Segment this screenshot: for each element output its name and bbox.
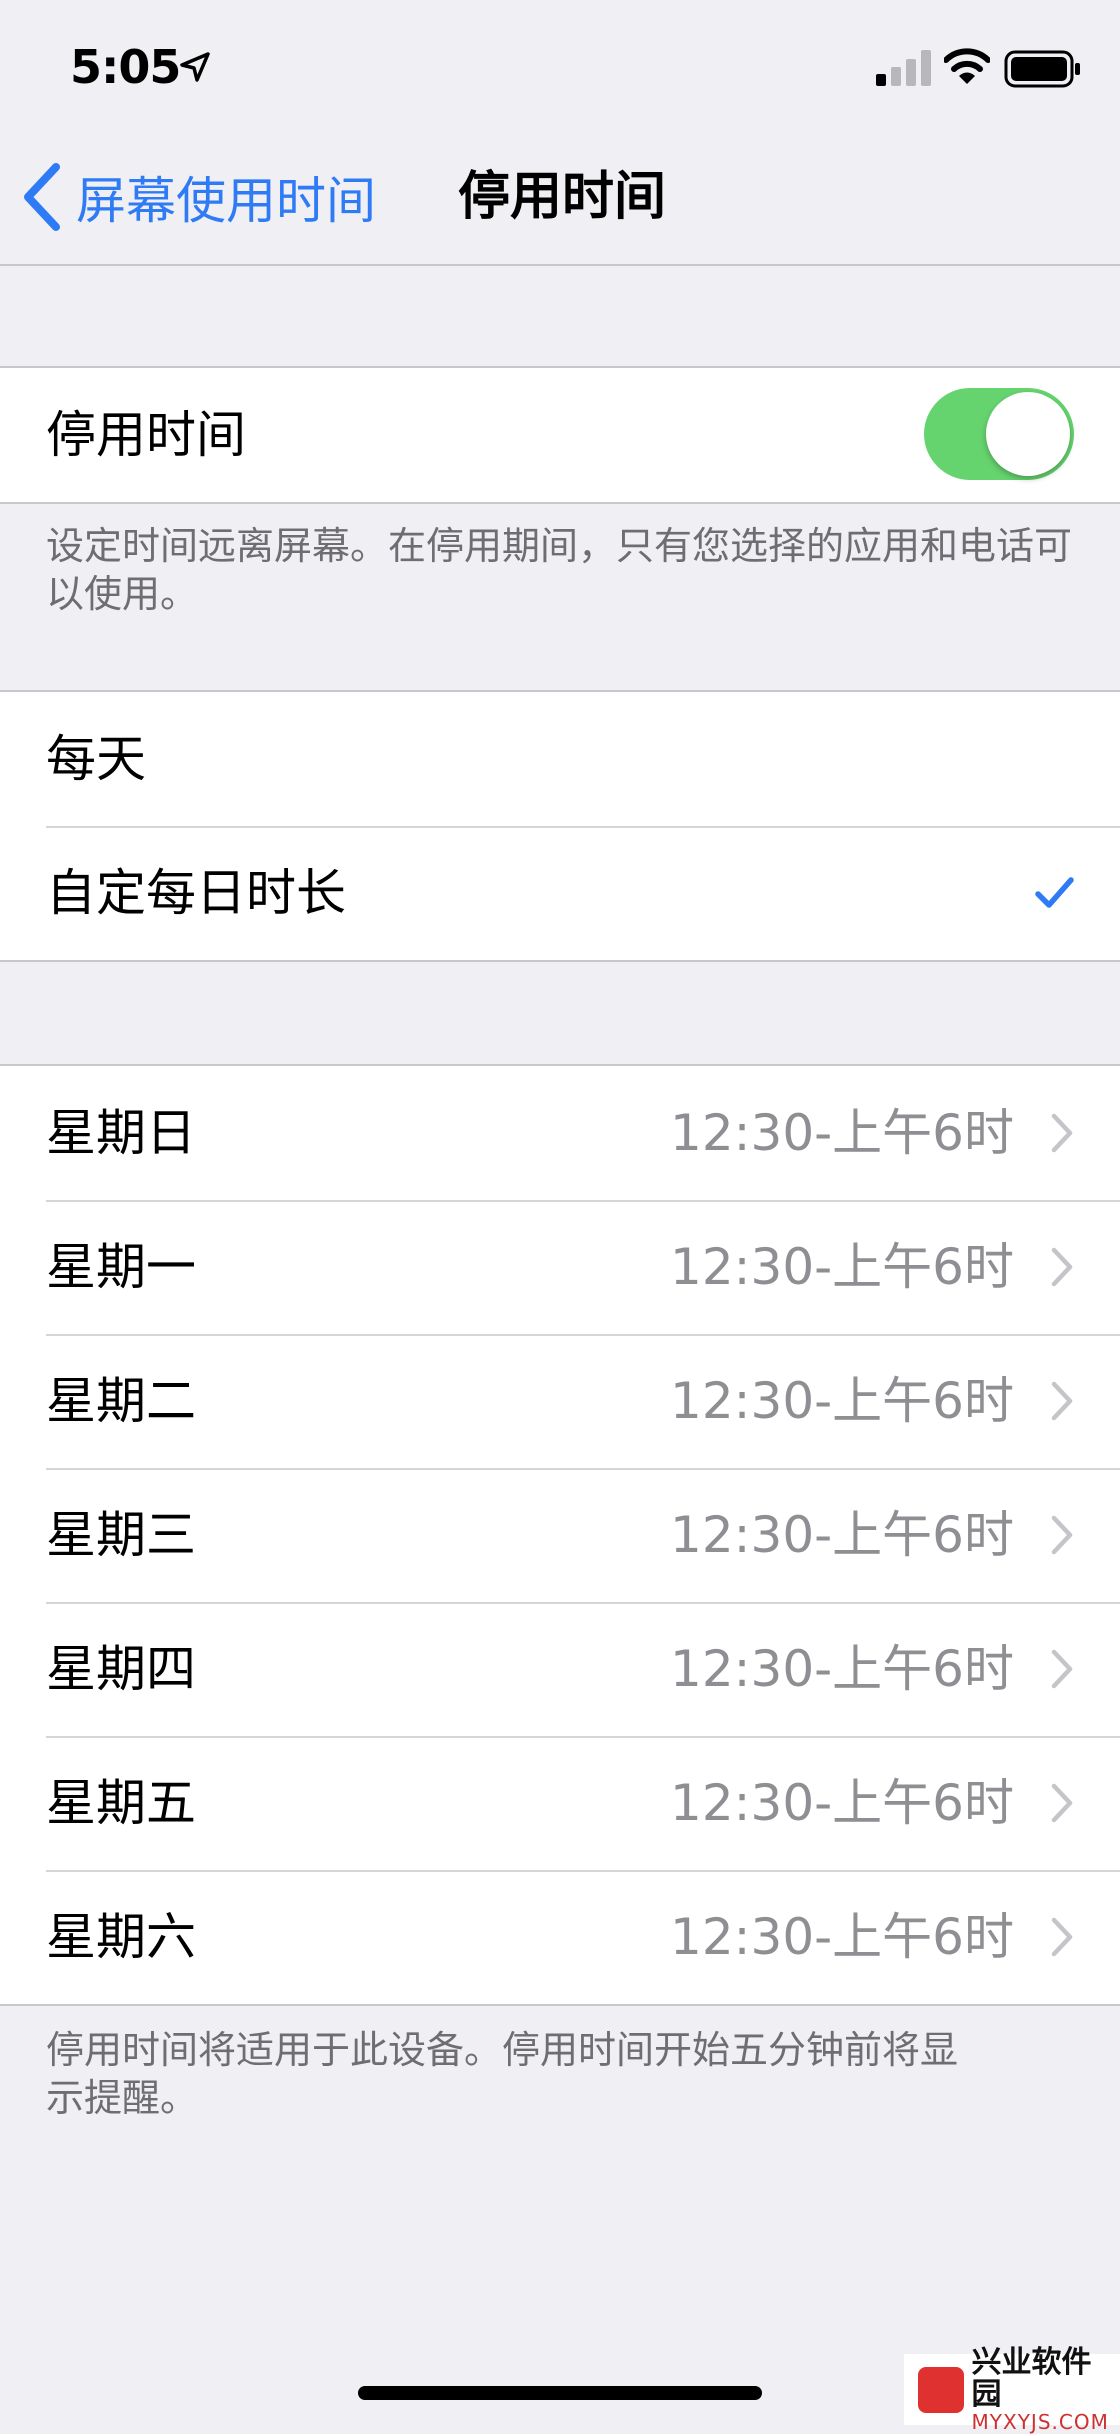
home-indicator (358, 2386, 762, 2400)
day-label: 星期五 (46, 1774, 196, 1832)
chevron-right-icon (1051, 1247, 1073, 1287)
downtime-toggle[interactable] (924, 388, 1074, 480)
chevron-right-icon (1051, 1917, 1073, 1957)
chevron-right-icon (1051, 1783, 1073, 1823)
back-button[interactable]: 屏幕使用时间 (22, 162, 376, 232)
schedule-option-label: 每天 (46, 730, 146, 788)
chevron-right-icon (1051, 1381, 1073, 1421)
day-row-saturday[interactable]: 星期六 12:30-上午6时 (0, 1870, 1120, 2004)
status-time: 5:05 (70, 40, 181, 94)
wifi-icon (944, 48, 990, 84)
watermark-cn: 兴业软件园 (971, 2344, 1092, 2412)
day-label: 星期三 (46, 1506, 196, 1564)
day-row-friday[interactable]: 星期五 12:30-上午6时 (0, 1736, 1120, 1870)
watermark-logo-icon (918, 2366, 964, 2413)
day-label: 星期二 (46, 1372, 196, 1430)
chevron-right-icon (1051, 1113, 1073, 1153)
day-time-range: 12:30-上午6时 (670, 1640, 1014, 1698)
watermark: 兴业软件园 MYXYJS.COM (904, 2346, 1120, 2433)
nav-divider (0, 264, 1120, 266)
battery-icon (1004, 50, 1080, 88)
day-label: 星期六 (46, 1908, 196, 1966)
watermark-en: MYXYJS.COM (971, 2409, 1109, 2434)
day-time-range: 12:30-上午6时 (670, 1774, 1014, 1832)
back-button-label: 屏幕使用时间 (76, 172, 376, 230)
days-group: 星期日 12:30-上午6时 星期一 12:30-上午6时 星期二 12:30-… (0, 1064, 1120, 2006)
day-time-range: 12:30-上午6时 (670, 1908, 1014, 1966)
days-footer-note: 停用时间将适用于此设备。停用时间开始五分钟前将显示提醒。 (46, 2028, 959, 2120)
day-time-range: 12:30-上午6时 (670, 1506, 1014, 1564)
day-row-tuesday[interactable]: 星期二 12:30-上午6时 (0, 1334, 1120, 1468)
downtime-label: 停用时间 (46, 406, 246, 464)
day-row-thursday[interactable]: 星期四 12:30-上午6时 (0, 1602, 1120, 1736)
day-time-range: 12:30-上午6时 (670, 1104, 1014, 1162)
schedule-option-label: 自定每日时长 (46, 864, 346, 922)
chevron-left-icon (24, 163, 60, 231)
day-row-wednesday[interactable]: 星期三 12:30-上午6时 (0, 1468, 1120, 1602)
schedule-option-customize-days[interactable]: 自定每日时长 (0, 826, 1120, 960)
day-row-sunday[interactable]: 星期日 12:30-上午6时 (0, 1066, 1120, 1200)
day-label: 星期一 (46, 1238, 196, 1296)
day-time-range: 12:30-上午6时 (670, 1238, 1014, 1296)
chevron-right-icon (1051, 1515, 1073, 1555)
page-title: 停用时间 (458, 167, 667, 227)
toggle-knob (986, 392, 1070, 476)
downtime-description: 设定时间远离屏幕。在停用期间，只有您选择的应用和电话可以使用。 (46, 524, 1073, 616)
downtime-group: 停用时间 (0, 366, 1120, 504)
schedule-option-every-day[interactable]: 每天 (0, 692, 1120, 826)
day-label: 星期日 (46, 1104, 196, 1162)
day-row-monday[interactable]: 星期一 12:30-上午6时 (0, 1200, 1120, 1334)
day-label: 星期四 (46, 1640, 196, 1698)
location-arrow-icon (180, 52, 210, 82)
day-time-range: 12:30-上午6时 (670, 1372, 1014, 1430)
schedule-group: 每天 自定每日时长 (0, 690, 1120, 962)
cellular-signal-icon (876, 50, 931, 86)
downtime-toggle-row: 停用时间 (0, 368, 1120, 502)
checkmark-icon (1035, 877, 1074, 908)
chevron-right-icon (1051, 1649, 1073, 1689)
